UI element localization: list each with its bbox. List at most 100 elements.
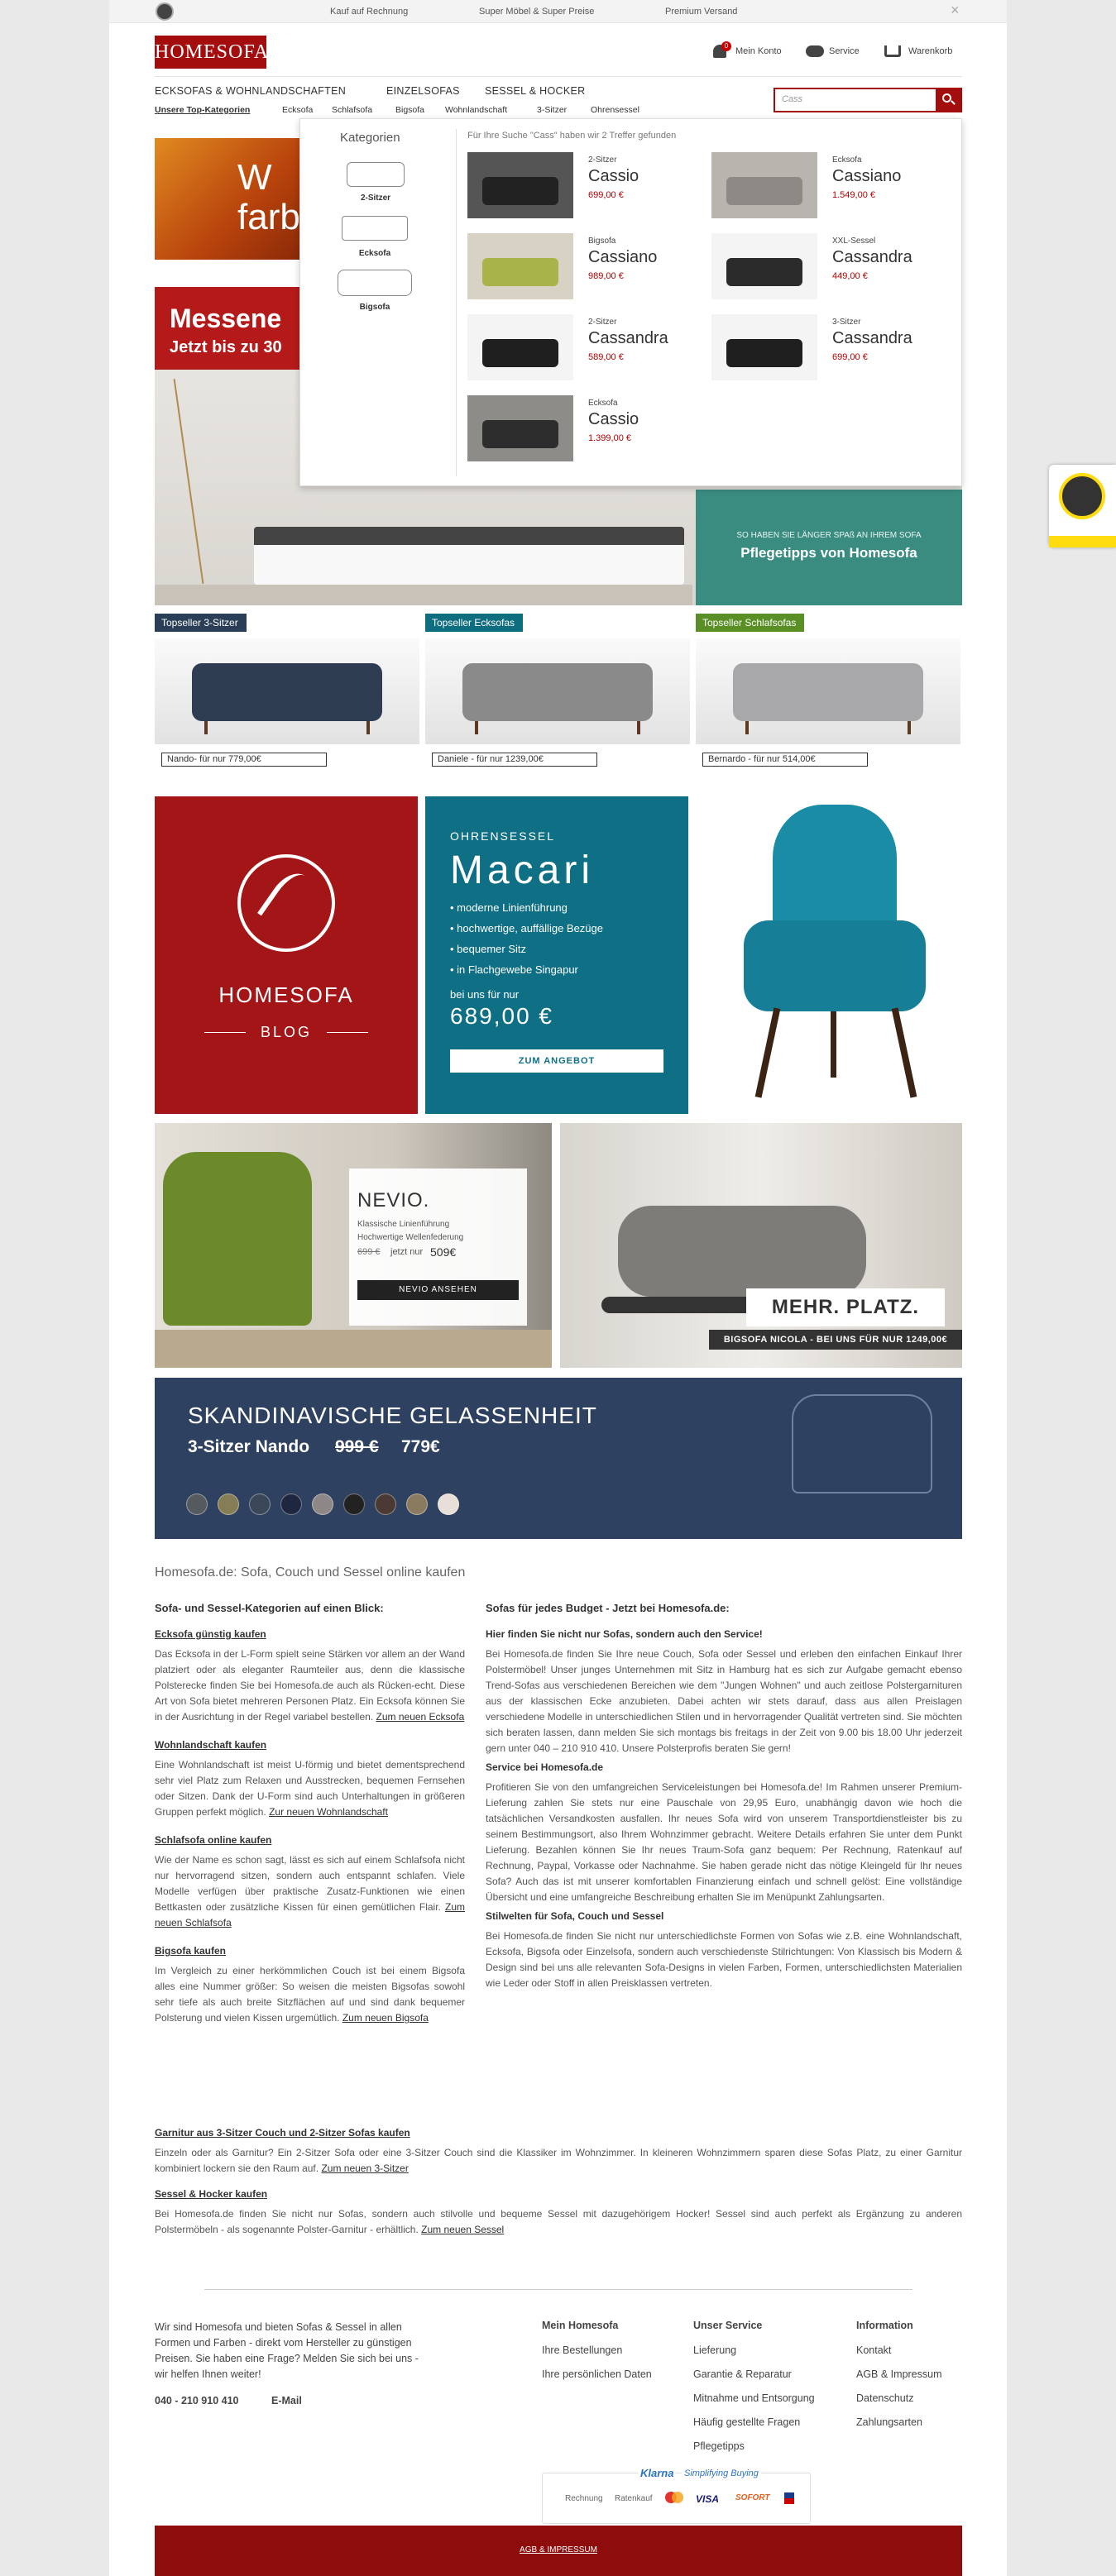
sale-banner-title: Messene (170, 303, 282, 333)
category-bigsofa[interactable]: Bigsofa (333, 268, 416, 313)
nevio-old-price: 699 € (357, 1247, 381, 1257)
search-result-item[interactable]: Ecksofa Cassio 1.399,00 € (467, 395, 703, 470)
nando-banner[interactable]: SKANDINAVISCHE GELASSENHEIT 3-Sitzer Nan… (155, 1378, 962, 1539)
nevio-line2: Hochwertige Wellenfederung (357, 1233, 464, 1242)
seo-category-link[interactable]: Zum neuen Bigsofa (342, 2012, 429, 2024)
garnitur-text: Einzeln oder als Garnitur? Ein 2-Sitzer … (155, 2147, 962, 2174)
macari-offer-button[interactable]: ZUM ANGEBOT (450, 1049, 663, 1073)
search-result-item[interactable]: 3-Sitzer Cassandra 699,00 € (711, 314, 947, 389)
search-result-item[interactable]: Ecksofa Cassiano 1.549,00 € (711, 152, 947, 227)
subnav-item[interactable]: Schlafsofa (332, 105, 372, 115)
nevio-promo[interactable]: NEVIO. Klassische Linienführung Hochwert… (155, 1123, 552, 1368)
color-swatch[interactable] (438, 1494, 459, 1515)
footer-column: Unser Service Lieferung Garantie & Reparat… (693, 2320, 842, 2459)
garnitur-heading[interactable]: Garnitur aus 3-Sitzer Couch und 2-Sitzer… (155, 2127, 962, 2139)
footer-about: Wir sind Homesofa und bieten Sofas & Ses… (155, 2321, 419, 2380)
footer-link[interactable]: Mitnahme und Entsorgung (693, 2387, 842, 2411)
subnav-item[interactable]: 3-Sitzer (537, 105, 567, 115)
search-result-item[interactable]: XXL-Sessel Cassandra 449,00 € (711, 233, 947, 308)
macari-chair-image[interactable] (715, 805, 963, 1102)
search-result-item[interactable]: 2-Sitzer Cassandra 589,00 € (467, 314, 703, 389)
macari-bullet: • moderne Linienführung (450, 901, 568, 914)
search-input[interactable] (782, 94, 914, 104)
topseller-card[interactable]: Topseller Ecksofas Daniele - für nur 123… (425, 614, 690, 771)
sale-banner-sub: Jetzt bis zu 30 (170, 338, 282, 356)
bigsofa-outline-icon (338, 270, 412, 296)
footer-email[interactable]: E-Mail (271, 2395, 302, 2406)
footer-link[interactable]: AGB & Impressum (856, 2363, 1005, 2387)
topseller-card[interactable]: Topseller 3-Sitzer Nando- für nur 779,00… (155, 614, 419, 771)
category-2-sitzer[interactable]: 2-Sitzer (343, 160, 408, 203)
color-swatch[interactable] (218, 1494, 239, 1515)
seo-category-heading[interactable]: Wohnlandschaft kaufen (155, 1739, 465, 1751)
service-link[interactable]: Service (829, 46, 860, 56)
bigsofa-nicola-image (618, 1206, 866, 1297)
footer-link[interactable]: Ihre persönlichen Daten (542, 2363, 691, 2387)
subnav-top-categories[interactable]: Unsere Top-Kategorien (155, 105, 250, 115)
seo-category-heading[interactable]: Bigsofa kaufen (155, 1945, 465, 1957)
nevio-title: NEVIO. (357, 1189, 430, 1212)
footer-phone[interactable]: 040 - 210 910 410 (155, 2395, 238, 2406)
color-swatch[interactable] (343, 1494, 365, 1515)
nicola-headline: MEHR. PLATZ. (771, 1296, 920, 1318)
search-result-item[interactable]: 2-Sitzer Cassio 699,00 € (467, 152, 703, 227)
footer-link[interactable]: Garantie & Reparatur (693, 2363, 842, 2387)
nav-armchairs[interactable]: SESSEL & HOCKER (485, 85, 585, 97)
cart-icon[interactable] (884, 45, 901, 57)
seo-category-link[interactable]: Zur neuen Wohnlandschaft (269, 1806, 388, 1818)
trusted-shops-badge[interactable] (1049, 465, 1116, 547)
topseller-card[interactable]: Topseller Schlafsofas Bernardo - für nur… (696, 614, 960, 771)
color-swatch[interactable] (312, 1494, 333, 1515)
care-tips-box[interactable]: SO HABEN SIE LÄNGER SPAß AN IHREM SOFA P… (696, 490, 962, 605)
macari-kicker: OHRENSESSEL (450, 829, 556, 843)
nav-corner-sofas[interactable]: ECKSOFAS & WOHNLANDSCHAFTEN (155, 85, 346, 97)
sessel-link[interactable]: Zum neuen Sessel (421, 2224, 504, 2235)
footer-link[interactable]: Häufig gestellte Fragen (693, 2411, 842, 2435)
color-swatch[interactable] (375, 1494, 396, 1515)
result-price: 449,00 € (832, 271, 868, 281)
close-icon[interactable]: × (951, 2, 960, 19)
footer-link[interactable]: Kontakt (856, 2339, 1005, 2363)
footer-link[interactable]: Zahlungsarten (856, 2411, 1005, 2435)
result-name: Cassandra (832, 248, 912, 266)
seo-category-link[interactable]: Zum neuen Ecksofa (376, 1711, 465, 1723)
floor-lamp-image (173, 379, 204, 584)
nav-single-sofas[interactable]: EINZELSOFAS (386, 85, 460, 97)
autumn-banner[interactable]: W farb (155, 138, 300, 260)
blog-tile[interactable]: HOMESOFA BLOG (155, 796, 418, 1114)
subnav-item[interactable]: Bigsofa (395, 105, 424, 115)
service-chat-icon[interactable] (806, 45, 824, 57)
color-swatch[interactable] (280, 1494, 302, 1515)
nevio-button[interactable]: NEVIO ANSEHEN (357, 1280, 519, 1300)
nicola-promo[interactable]: MEHR. PLATZ. BIGSOFA NICOLA - BEI UNS FÜ… (560, 1123, 962, 1368)
sessel-heading[interactable]: Sessel & Hocker kaufen (155, 2188, 962, 2200)
seo-category-heading[interactable]: Ecksofa günstig kaufen (155, 1628, 465, 1640)
macari-bullet: • hochwertige, auffällige Bezüge (450, 922, 603, 934)
search-result-item[interactable]: Bigsofa Cassiano 989,00 € (467, 233, 703, 308)
seo-section: Homesofa.de: Sofa, Couch und Sessel onli… (155, 1555, 962, 2266)
result-name: Cassiano (588, 248, 658, 266)
seo-category-block: Wohnlandschaft kaufen Eine Wohnlandschaf… (155, 1739, 465, 1820)
color-swatch[interactable] (249, 1494, 271, 1515)
footer-link[interactable]: Datenschutz (856, 2387, 1005, 2411)
footer-column-heading: Unser Service (693, 2320, 763, 2331)
logo[interactable]: HOMESOFA (155, 36, 268, 69)
subnav-item[interactable]: Wohnlandschaft (445, 105, 507, 115)
search-button[interactable] (936, 89, 960, 111)
macari-offer-button-label: ZUM ANGEBOT (518, 1056, 596, 1066)
color-swatch[interactable] (186, 1494, 208, 1515)
my-account-link[interactable]: Mein Konto (735, 46, 782, 56)
cart-link[interactable]: Warenkorb (908, 46, 952, 56)
color-swatch[interactable] (406, 1494, 428, 1515)
bottom-agb-link[interactable]: AGB & IMPRESSUM (155, 2545, 962, 2554)
result-category: 2-Sitzer (588, 155, 617, 165)
category-ecksofa[interactable]: Ecksofa (333, 214, 416, 260)
result-price: 1.399,00 € (588, 433, 631, 443)
garnitur-link[interactable]: Zum neuen 3-Sitzer (321, 2163, 408, 2174)
seo-category-heading[interactable]: Schlafsofa online kaufen (155, 1834, 465, 1846)
subnav-item[interactable]: Ecksofa (282, 105, 313, 115)
footer-link[interactable]: Pflegetipps (693, 2435, 842, 2459)
footer-link[interactable]: Ihre Bestellungen (542, 2339, 691, 2363)
footer-link[interactable]: Lieferung (693, 2339, 842, 2363)
subnav-item[interactable]: Ohrensessel (591, 105, 639, 115)
